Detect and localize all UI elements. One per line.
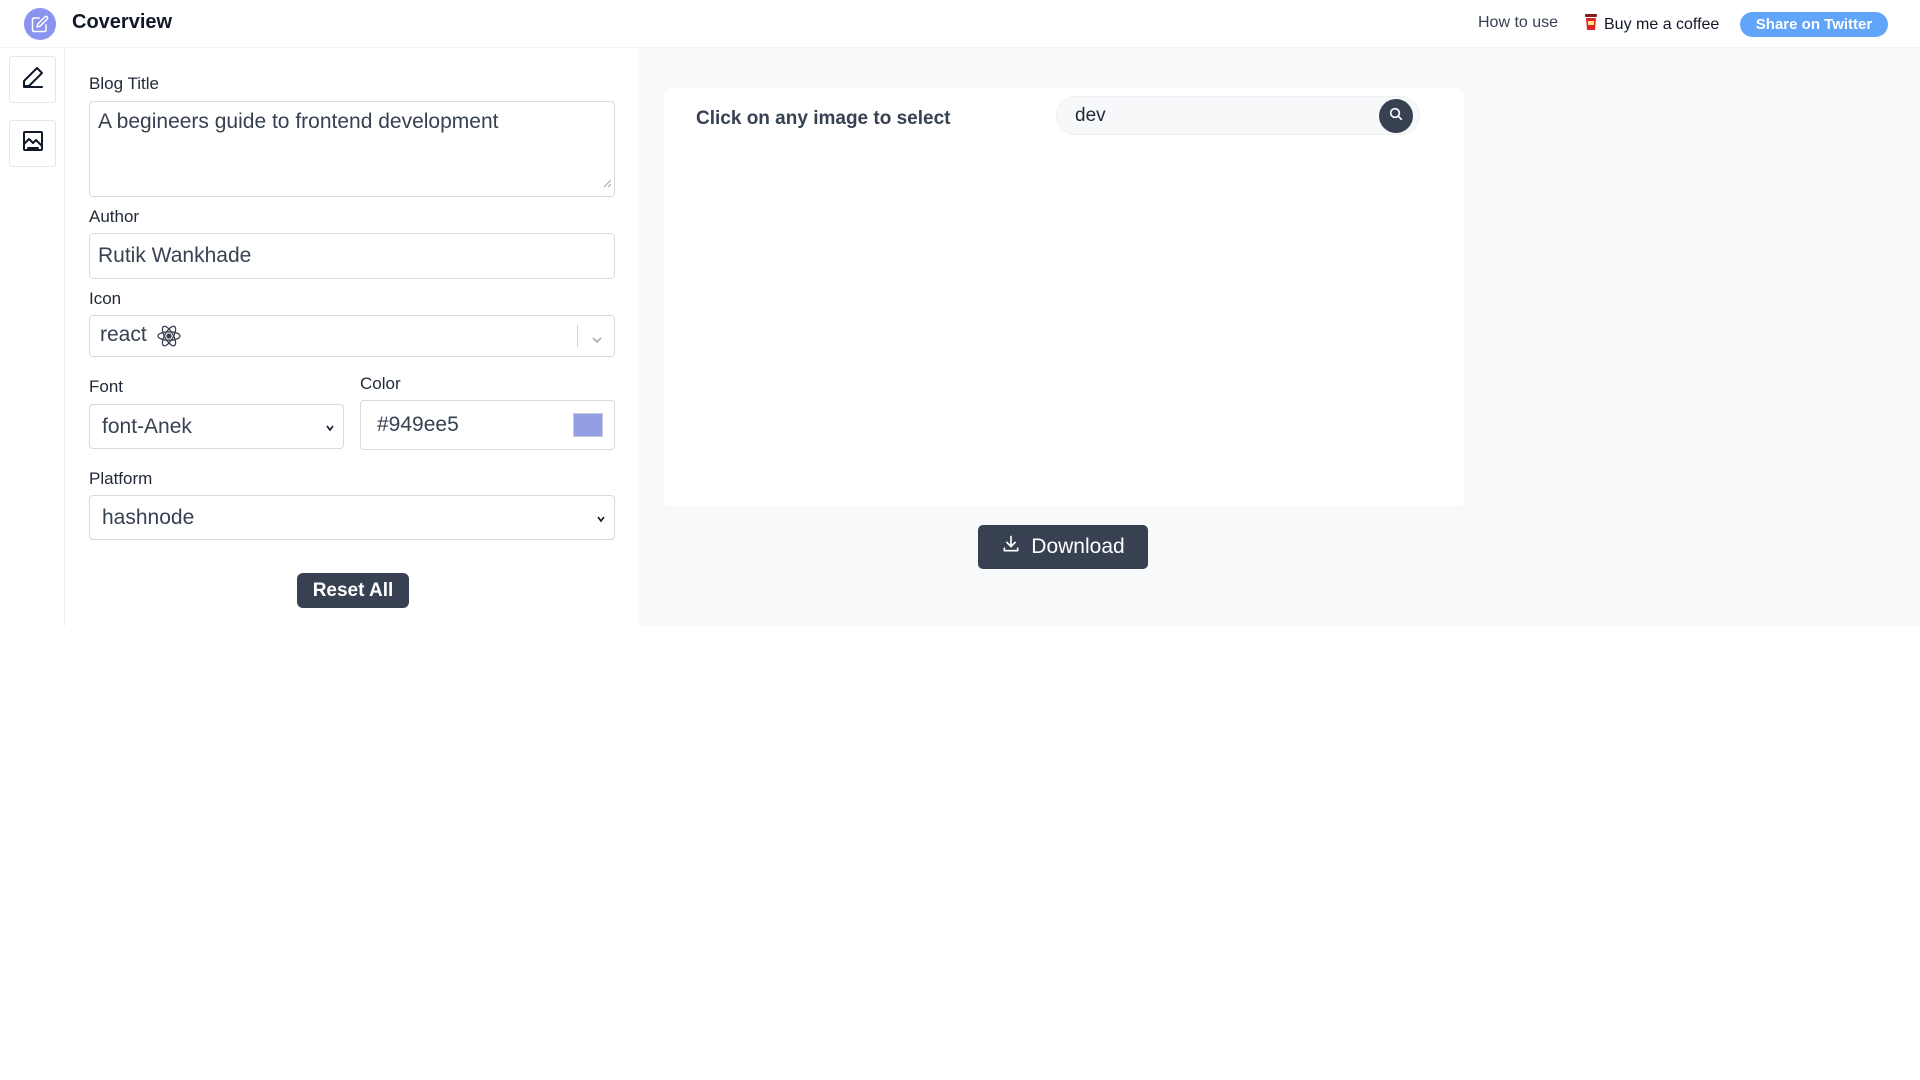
platform-label: Platform bbox=[89, 469, 153, 488]
rail-item-editor[interactable] bbox=[9, 56, 56, 103]
color-label: Color bbox=[360, 374, 401, 393]
chevron-down-icon[interactable] bbox=[590, 329, 604, 353]
blog-title-input[interactable]: A begineers guide to frontend developmen… bbox=[89, 101, 615, 197]
blog-title-value: A begineers guide to frontend developmen… bbox=[98, 110, 499, 133]
color-input[interactable]: #949ee5 bbox=[360, 400, 615, 450]
buy-coffee-link[interactable]: Buy me a coffee bbox=[1584, 13, 1719, 36]
download-label: Download bbox=[1031, 535, 1125, 558]
icon-select-value: react bbox=[100, 323, 147, 346]
how-to-use-link[interactable]: How to use bbox=[1478, 14, 1558, 32]
platform-select[interactable]: hashnode bbox=[89, 495, 615, 540]
icon-select[interactable]: react bbox=[89, 315, 615, 357]
react-icon bbox=[156, 323, 182, 355]
buy-coffee-label: Buy me a coffee bbox=[1604, 15, 1720, 33]
color-value: #949ee5 bbox=[377, 413, 459, 436]
color-swatch[interactable] bbox=[573, 413, 603, 437]
download-icon bbox=[1001, 534, 1021, 560]
preview-area: Click on any image to select dev Downloa… bbox=[639, 48, 1920, 626]
font-label: Font bbox=[89, 377, 124, 396]
author-label: Author bbox=[89, 207, 140, 226]
author-value: Rutik Wankhade bbox=[98, 244, 252, 267]
select-divider bbox=[577, 325, 578, 347]
select-image-prompt: Click on any image to select bbox=[696, 108, 951, 129]
coffee-cup-icon bbox=[1584, 13, 1598, 36]
top-bar: Coverview How to use Buy me a coffee Sha… bbox=[0, 0, 1920, 48]
font-select-value: font-Anek bbox=[102, 415, 192, 438]
chevron-down-icon[interactable] bbox=[325, 415, 335, 439]
image-search-input[interactable]: dev bbox=[1056, 96, 1420, 135]
app-title[interactable]: Coverview bbox=[72, 11, 172, 34]
icon-label: Icon bbox=[89, 289, 122, 308]
search-button[interactable] bbox=[1379, 99, 1413, 133]
search-icon bbox=[1388, 106, 1404, 127]
settings-form: Blog Title A begineers guide to frontend… bbox=[65, 48, 639, 626]
image-icon bbox=[21, 129, 45, 158]
pencil-icon bbox=[21, 65, 45, 94]
blog-title-label: Blog Title bbox=[89, 74, 159, 93]
download-button[interactable]: Download bbox=[978, 525, 1148, 569]
author-input[interactable]: Rutik Wankhade bbox=[89, 233, 615, 279]
chevron-down-icon[interactable] bbox=[596, 506, 606, 530]
share-twitter-button[interactable]: Share on Twitter bbox=[1740, 12, 1888, 37]
image-picker-card: Click on any image to select dev bbox=[664, 88, 1464, 506]
font-select[interactable]: font-Anek bbox=[89, 404, 344, 449]
platform-select-value: hashnode bbox=[102, 506, 195, 529]
tool-rail bbox=[0, 48, 65, 626]
search-value: dev bbox=[1075, 105, 1106, 126]
resize-handle-icon[interactable] bbox=[602, 170, 612, 194]
logo-icon[interactable] bbox=[24, 8, 56, 40]
rail-item-images[interactable] bbox=[9, 120, 56, 167]
reset-all-button[interactable]: Reset All bbox=[297, 573, 409, 608]
